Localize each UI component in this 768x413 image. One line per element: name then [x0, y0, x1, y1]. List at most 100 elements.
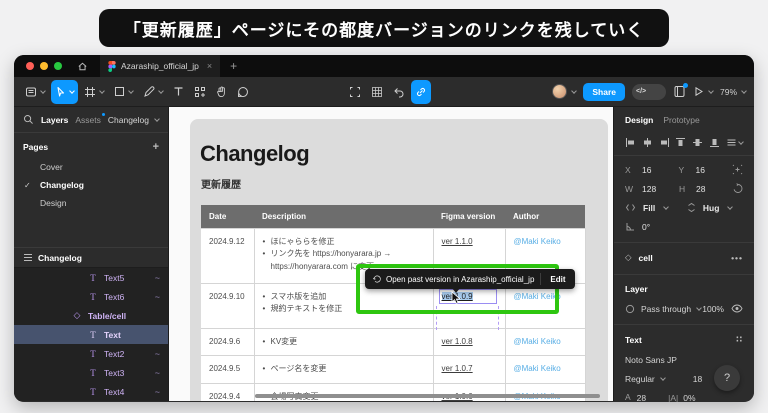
home-icon[interactable]	[72, 58, 92, 74]
y-input[interactable]: 16	[696, 165, 705, 175]
layer-row-text-selected[interactable]: T Text	[14, 325, 168, 344]
search-icon[interactable]	[23, 114, 34, 125]
tab-layers[interactable]: Layers	[41, 115, 68, 125]
move-tool-button[interactable]	[51, 79, 78, 104]
shape-tool-button[interactable]	[110, 80, 137, 104]
close-tab-icon[interactable]: ×	[207, 61, 212, 71]
user-avatar	[552, 84, 568, 99]
edit-object-button[interactable]	[345, 80, 365, 104]
font-size-input[interactable]: 18	[693, 374, 702, 384]
text-layer-icon: T	[90, 348, 96, 359]
layer-row-text6[interactable]: T Text6 ~	[14, 287, 168, 306]
table-row: 2024.9.5 ページ名を変更 ver 1.0.7 @Maki Keiko	[201, 355, 586, 384]
frame-tool-button[interactable]	[80, 80, 108, 104]
align-top-icon[interactable]	[675, 137, 686, 148]
canvas[interactable]: Changelog 更新履歴 Date Description Figma ve…	[169, 107, 613, 401]
text-layer-icon: T	[90, 367, 96, 378]
override-icon: ~	[154, 386, 160, 397]
blend-mode-icon[interactable]	[625, 304, 635, 314]
y-label: Y	[678, 164, 685, 175]
actions-tool-button[interactable]	[190, 80, 210, 104]
text-layer-icon: T	[90, 272, 96, 283]
share-button[interactable]: Share	[583, 82, 625, 101]
letter-spacing-icon: |A|	[668, 392, 679, 403]
author-link[interactable]: @Maki Keiko	[514, 364, 561, 373]
component-menu-icon[interactable]: •••	[731, 253, 743, 263]
layer-section-header: Layer	[625, 284, 648, 294]
x-input[interactable]: 16	[642, 165, 651, 175]
page-item-changelog[interactable]: ✓ Changelog	[14, 176, 168, 194]
hand-tool-button[interactable]	[212, 80, 231, 104]
align-right-icon[interactable]	[659, 137, 670, 148]
zoom-menu[interactable]: 79%	[719, 86, 747, 97]
page-selector-dropdown[interactable]: Changelog	[108, 115, 160, 125]
layer-row-text5[interactable]: T Text5 ~	[14, 268, 168, 287]
version-link[interactable]: ver 1.0.8	[442, 337, 473, 346]
layer-row-text3[interactable]: T Text3 ~	[14, 363, 168, 382]
layer-row-table-cell[interactable]: ◇ Table/cell	[14, 306, 168, 325]
rotate-icon[interactable]	[733, 183, 743, 194]
align-left-icon[interactable]	[625, 137, 636, 148]
layout-grid-button[interactable]	[367, 80, 387, 104]
zoom-window-button[interactable]	[54, 62, 62, 70]
align-bottom-icon[interactable]	[709, 137, 720, 148]
zoom-level: 79%	[719, 86, 737, 97]
tab-assets[interactable]: Assets	[75, 112, 105, 125]
layer-row-text4[interactable]: T Text4 ~	[14, 382, 168, 401]
component-icon: ◇	[625, 252, 632, 262]
layer-section-changelog[interactable]: Changelog	[14, 248, 168, 268]
tooltip-edit-button[interactable]: Edit	[543, 272, 572, 287]
text-layer-icon: T	[90, 291, 96, 302]
version-link[interactable]: ver 1.0.7	[442, 364, 473, 373]
visibility-eye-icon[interactable]	[731, 304, 743, 313]
text-tool-button[interactable]	[169, 80, 188, 104]
present-button[interactable]	[693, 86, 714, 97]
add-page-button[interactable]: +	[153, 141, 159, 153]
pen-tool-button[interactable]	[139, 80, 167, 104]
letter-spacing-input[interactable]: 0%	[683, 393, 695, 403]
right-sidebar: Design Prototype X 16 Y 16 W 128 H 28 Fi…	[613, 107, 754, 403]
minimize-window-button[interactable]	[40, 62, 48, 70]
author-link[interactable]: @Maki Keiko	[514, 337, 561, 346]
version-link[interactable]: ver 1.1.0	[442, 237, 473, 246]
constraints-icon[interactable]	[732, 164, 743, 175]
rotation-field[interactable]: 0°	[625, 222, 683, 232]
table-header-row: Date Description Figma version Author	[201, 205, 585, 229]
close-window-button[interactable]	[26, 62, 34, 70]
component-instance-icon: ◇	[73, 310, 81, 320]
line-height-input[interactable]: 28	[637, 393, 646, 403]
reset-instance-button[interactable]	[389, 80, 409, 104]
component-row[interactable]: ◇ cell •••	[614, 247, 754, 268]
file-tab[interactable]: Azaraship_official_jp ×	[100, 55, 221, 77]
align-v-center-icon[interactable]	[692, 137, 703, 148]
tab-bar: Azaraship_official_jp × +	[14, 55, 754, 77]
tab-design[interactable]: Design	[625, 115, 653, 125]
library-icon[interactable]	[673, 83, 688, 98]
align-h-center-icon[interactable]	[642, 137, 653, 148]
distribute-menu-icon[interactable]	[726, 137, 744, 148]
page-item-design[interactable]: Design	[14, 194, 168, 212]
help-button[interactable]: ?	[714, 365, 740, 391]
new-tab-button[interactable]: +	[230, 59, 237, 73]
blend-mode-dropdown[interactable]: Pass through	[641, 304, 702, 314]
changelog-frame[interactable]: Changelog 更新履歴 Date Description Figma ve…	[190, 119, 608, 401]
horizontal-scrollbar[interactable]	[255, 394, 600, 398]
tab-prototype[interactable]: Prototype	[663, 115, 699, 125]
page-item-cover[interactable]: Cover	[14, 158, 168, 176]
dev-mode-toggle[interactable]: </>	[631, 83, 666, 100]
layer-row-text2[interactable]: T Text2 ~	[14, 344, 168, 363]
main-menu-button[interactable]	[21, 80, 49, 104]
text-style-icon[interactable]: ∷	[736, 334, 743, 345]
comment-tool-button[interactable]	[233, 80, 253, 104]
link-tool-button[interactable]	[411, 79, 431, 104]
horizontal-sizing-dropdown[interactable]: Fill	[625, 203, 687, 213]
vertical-sizing-dropdown[interactable]: Hug	[687, 202, 743, 213]
font-weight-dropdown[interactable]: Regular	[625, 374, 666, 384]
callout-banner-text: 「更新履歴」ページにその都度バージョンのリンクを残していく	[123, 20, 645, 40]
h-input[interactable]: 28	[696, 184, 705, 194]
override-icon: ~	[154, 348, 160, 359]
opacity-input[interactable]: 100%	[702, 304, 724, 314]
author-link[interactable]: @Maki Keiko	[514, 237, 561, 246]
account-menu[interactable]	[552, 84, 578, 99]
w-input[interactable]: 128	[642, 184, 656, 194]
